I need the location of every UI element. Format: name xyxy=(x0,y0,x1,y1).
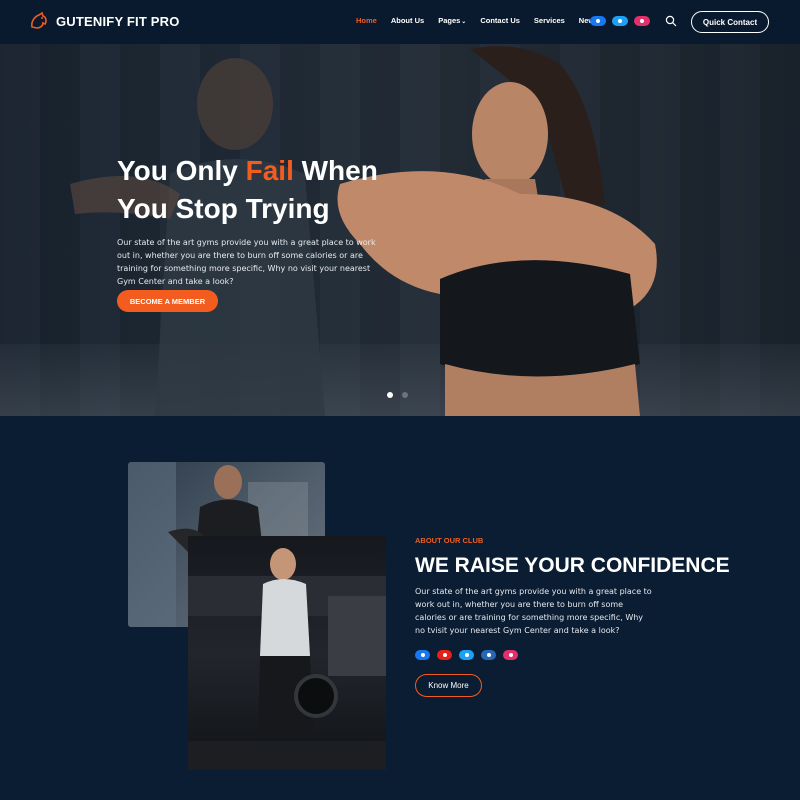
nav-item-home[interactable]: Home xyxy=(356,16,377,25)
hero-title: You Only Fail When You Stop Trying xyxy=(117,152,378,228)
site-logo[interactable]: GUTENIFY FIT PRO xyxy=(28,10,180,32)
twitter-icon[interactable] xyxy=(612,16,628,26)
about-title: WE RAISE YOUR CONFIDENCE xyxy=(415,554,730,577)
search-icon[interactable] xyxy=(665,15,677,27)
horse-logo-icon xyxy=(31,11,47,29)
linkedin-icon[interactable] xyxy=(481,650,496,660)
slider-dot-2[interactable] xyxy=(402,392,408,398)
main-nav: Home About Us Pages⌄ Contact Us Services… xyxy=(356,16,612,25)
nav-item-pages[interactable]: Pages⌄ xyxy=(438,16,466,25)
hero-title-pre: You Only xyxy=(117,155,246,186)
hero-title-post: When xyxy=(293,155,378,186)
about-image-weightlifter xyxy=(188,536,386,770)
youtube-icon[interactable] xyxy=(437,650,452,660)
hero-description: Our state of the art gyms provide you wi… xyxy=(117,238,376,286)
nav-item-pages-label: Pages xyxy=(438,16,461,25)
hero-athlete-image xyxy=(337,46,657,416)
hero-trainer-image xyxy=(70,58,325,416)
know-more-button[interactable]: Know More xyxy=(415,674,482,697)
slider-dot-1[interactable] xyxy=(387,392,393,398)
nav-item-services[interactable]: Services xyxy=(534,16,565,25)
weightlifter-photo xyxy=(188,548,386,770)
chevron-down-icon: ⌄ xyxy=(461,19,467,25)
become-member-button[interactable]: BECOME A MEMBER xyxy=(117,290,218,312)
quick-contact-button[interactable]: Quick Contact xyxy=(691,11,769,33)
logo-text: GUTENIFY FIT PRO xyxy=(56,13,180,29)
about-description: Our state of the art gyms provide you wi… xyxy=(415,587,652,635)
site-header: GUTENIFY FIT PRO Home About Us Pages⌄ Co… xyxy=(0,0,800,44)
facebook-icon[interactable] xyxy=(415,650,430,660)
nav-item-about[interactable]: About Us xyxy=(391,16,424,25)
instagram-icon[interactable] xyxy=(503,650,518,660)
hero-title-line2: You Stop Trying xyxy=(117,193,330,224)
header-socials xyxy=(590,16,656,26)
about-socials xyxy=(415,650,525,660)
facebook-icon[interactable] xyxy=(590,16,606,26)
hero-title-accent: Fail xyxy=(245,155,294,186)
nav-item-contact[interactable]: Contact Us xyxy=(480,16,520,25)
about-label: ABOUT OUR CLUB xyxy=(415,536,484,545)
twitter-icon[interactable] xyxy=(459,650,474,660)
instagram-icon[interactable] xyxy=(634,16,650,26)
hero-section: You Only Fail When You Stop Trying Our s… xyxy=(0,44,800,416)
